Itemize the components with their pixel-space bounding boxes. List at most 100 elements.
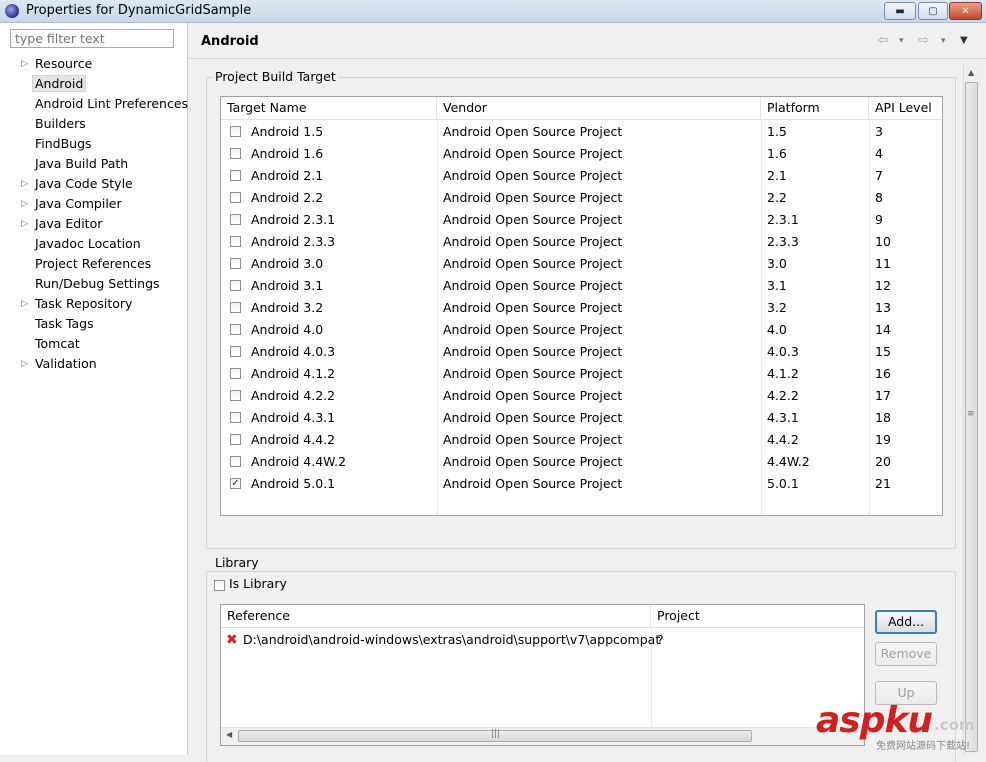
column-header[interactable]: Target Name [221,97,437,119]
add-button[interactable]: Add... [875,610,937,634]
sidebar-item[interactable]: ▷ Java Code Style [0,174,187,194]
table-row[interactable]: Android 4.0 Android Open Source Project 4.… [221,319,942,341]
view-menu-icon[interactable]: ▼ [960,35,968,46]
table-row[interactable]: Android 1.6 Android Open Source Project 1.… [221,143,942,165]
forward-dropdown-icon[interactable]: ▾ [941,36,946,46]
sidebar-item[interactable]: ▷ Task Repository [0,294,187,314]
platform-cell: 2.1 [767,168,787,183]
target-checkbox[interactable] [230,302,241,313]
forward-icon[interactable]: ⇨ [918,33,929,48]
target-checkbox[interactable] [230,170,241,181]
sidebar-item[interactable]: Javadoc Location [0,234,187,254]
table-row[interactable]: Android 4.0.3 Android Open Source Project… [221,341,942,363]
table-row[interactable]: Android 3.1 Android Open Source Project 3.… [221,275,942,297]
table-row[interactable]: Android 2.2 Android Open Source Project 2.… [221,187,942,209]
api-level-cell: 16 [875,366,891,381]
table-row[interactable]: Android 4.4.2 Android Open Source Project… [221,429,942,451]
table-row[interactable]: Android 4.4W.2 Android Open Source Projec… [221,451,942,473]
target-name-cell: Android 4.0.3 [251,344,336,359]
platform-cell: 4.4.2 [767,432,799,447]
target-name-cell: Android 1.5 [251,124,324,139]
table-row[interactable]: ✓ Android 5.0.1 Android Open Source Projec… [221,473,942,495]
target-checkbox[interactable] [230,434,241,445]
target-checkbox[interactable] [230,192,241,203]
target-checkbox[interactable] [230,324,241,335]
expand-arrow-icon[interactable]: ▷ [21,294,28,314]
back-icon[interactable]: ⇦ [878,33,889,48]
table-row[interactable]: Android 1.5 Android Open Source Project 1.… [221,121,942,143]
sidebar-item-label: Task Tags [35,316,94,331]
target-checkbox[interactable] [230,456,241,467]
expand-arrow-icon[interactable]: ▷ [21,174,28,194]
sidebar-item[interactable]: ▷ Java Compiler [0,194,187,214]
api-level-cell: 17 [875,388,891,403]
expand-arrow-icon[interactable]: ▷ [21,214,28,234]
target-checkbox[interactable] [230,368,241,379]
table-row[interactable]: Android 4.2.2 Android Open Source Project… [221,385,942,407]
table-row[interactable]: Android 3.2 Android Open Source Project 3.… [221,297,942,319]
target-checkbox[interactable] [230,390,241,401]
expand-arrow-icon[interactable]: ▷ [21,354,28,374]
table-row[interactable]: Android 4.1.2 Android Open Source Project… [221,363,942,385]
filter-input[interactable] [10,29,174,48]
expand-arrow-icon[interactable]: ▷ [21,194,28,214]
target-checkbox[interactable] [230,280,241,291]
sidebar-item[interactable]: Project References [0,254,187,274]
platform-cell: 2.3.3 [767,234,799,249]
table-header: Target Name Vendor Platform API Level [221,97,942,120]
target-checkbox[interactable] [230,346,241,357]
table-row[interactable]: Android 3.0 Android Open Source Project 3.… [221,253,942,275]
close-button[interactable]: ✕ [949,2,982,20]
target-checkbox[interactable]: ✓ [230,478,241,489]
remove-button[interactable]: Remove [875,642,937,666]
target-checkbox[interactable] [230,148,241,159]
column-header[interactable]: Reference [221,605,651,627]
target-name-cell: Android 3.2 [251,300,324,315]
target-checkbox[interactable] [230,236,241,247]
target-name-cell: Android 4.4W.2 [251,454,347,469]
target-checkbox[interactable] [230,412,241,423]
sidebar-item[interactable]: Android Lint Preferences [0,94,188,114]
api-level-cell: 11 [875,256,891,271]
horizontal-scrollbar[interactable]: ◀ ||| [221,727,864,745]
sidebar-item[interactable]: ▷ Resource [0,54,187,74]
sidebar-item[interactable]: Run/Debug Settings [0,274,187,294]
target-checkbox[interactable] [230,258,241,269]
api-level-cell: 9 [875,212,883,227]
table-row[interactable]: Android 4.3.1 Android Open Source Project… [221,407,942,429]
minimize-button[interactable]: ▬ [884,2,916,20]
table-row[interactable]: Android 2.3.3 Android Open Source Project… [221,231,942,253]
vertical-scrollbar[interactable]: ▲ ≡ [963,64,980,755]
column-header[interactable]: Project [651,605,864,627]
sidebar-item[interactable]: Java Build Path [0,154,187,174]
target-checkbox[interactable] [230,126,241,137]
is-library-checkbox[interactable] [214,580,225,591]
sidebar-item[interactable]: Android [0,74,187,94]
api-level-cell: 19 [875,432,891,447]
column-header[interactable]: Platform [761,97,869,119]
is-library-label[interactable]: Is Library [229,576,287,591]
sidebar-item[interactable]: Tomcat [0,334,187,354]
sidebar-item[interactable]: Task Tags [0,314,187,334]
vendor-cell: Android Open Source Project [443,432,623,447]
back-dropdown-icon[interactable]: ▾ [899,36,904,46]
build-target-label: Project Build Target [213,69,338,84]
vendor-cell: Android Open Source Project [443,146,623,161]
maximize-button[interactable]: ▢ [918,2,948,20]
column-header[interactable]: API Level [869,97,942,119]
expand-arrow-icon[interactable]: ▷ [21,54,28,74]
scroll-left-icon[interactable]: ◀ [226,730,232,739]
sidebar-item-label: Java Editor [35,216,103,231]
sidebar-item[interactable]: FindBugs [0,134,187,154]
target-checkbox[interactable] [230,214,241,225]
platform-cell: 4.1.2 [767,366,799,381]
platform-cell: 4.4W.2 [767,454,810,469]
scroll-up-icon[interactable]: ▲ [968,68,974,77]
table-row[interactable]: Android 2.1 Android Open Source Project 2.… [221,165,942,187]
column-header[interactable]: Vendor [437,97,761,119]
table-row[interactable]: Android 2.3.1 Android Open Source Project… [221,209,942,231]
sidebar-item[interactable]: Builders [0,114,187,134]
sidebar-item[interactable]: ▷ Java Editor [0,214,187,234]
sidebar-item[interactable]: ▷ Validation [0,354,187,374]
table-row[interactable]: ✖ D:\android\android-windows\extras\andr… [221,629,864,651]
